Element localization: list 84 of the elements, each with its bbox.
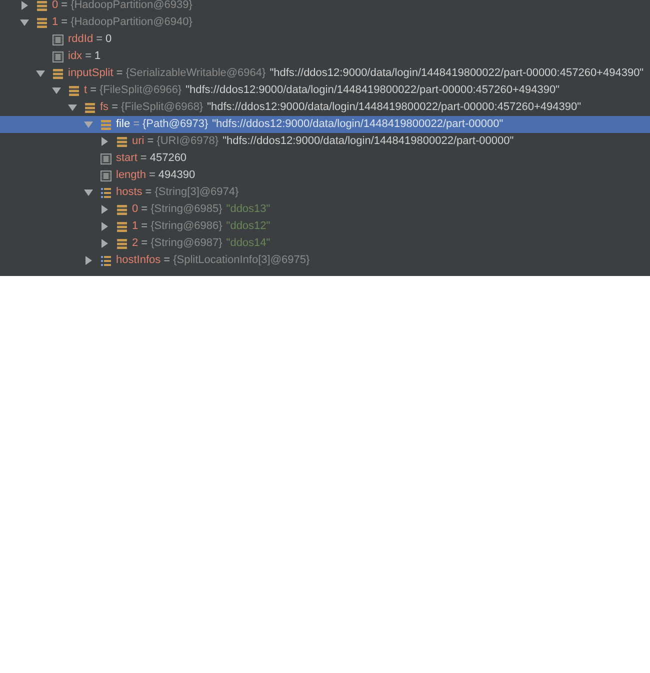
variable-name: uri <box>132 134 144 150</box>
equals-sign: = <box>164 253 170 268</box>
variable-name: rddId <box>68 32 94 48</box>
object-reference: {String@6985} <box>150 202 222 218</box>
variable-value: "hdfs://ddos12:9000/data/login/1448419800022/part-00000:457260+494390" <box>207 100 581 116</box>
caret-right-icon[interactable] <box>100 137 109 146</box>
object-icon <box>84 102 96 114</box>
equals-sign: = <box>140 151 147 166</box>
variable-name: 0 <box>52 0 58 14</box>
equals-sign: = <box>90 83 96 98</box>
selected-row[interactable]: file = {Path@6973} "hdfs://ddos12:9000/data/login/1448419800022/part-00000" <box>0 116 650 133</box>
caret-right-icon[interactable] <box>100 222 109 231</box>
equals-sign: = <box>61 15 68 30</box>
variable-name: 0 <box>132 202 138 218</box>
primitive-icon <box>52 50 64 62</box>
equals-sign: = <box>141 236 148 252</box>
variable-name: idx <box>68 49 82 64</box>
caret-down-icon[interactable] <box>84 188 93 197</box>
object-reference: {HadoopPartition@6939} <box>70 0 192 14</box>
variable-name: length <box>116 168 146 184</box>
variable-name: hostInfos <box>116 253 161 268</box>
primitive-icon <box>52 34 64 46</box>
array-icon <box>100 186 112 198</box>
object-reference: {Path@6973} <box>142 117 208 132</box>
variable-name: start <box>116 151 138 166</box>
object-icon <box>116 238 128 250</box>
equals-sign: = <box>148 168 156 184</box>
variable-value: "hdfs://ddos12:9000/data/login/1448419800022/part-00000" <box>222 134 514 150</box>
variable-value: 1 <box>94 49 101 64</box>
equals-sign: = <box>85 49 92 64</box>
object-icon <box>52 68 64 80</box>
object-reference: {FileSplit@6968} <box>121 100 204 116</box>
object-icon <box>100 118 112 130</box>
object-reference: {String@6987} <box>150 236 222 252</box>
object-icon <box>36 0 48 12</box>
variable-value: "ddos12" <box>226 219 270 234</box>
object-reference: {String[3]@6974} <box>154 185 239 200</box>
object-icon <box>68 84 80 96</box>
variable-value: "hdfs://ddos12:9000/data/login/1448419800022/part-00000:457260+494390" <box>186 83 560 98</box>
caret-down-icon[interactable] <box>36 69 45 78</box>
caret-right-icon[interactable] <box>20 1 29 10</box>
equals-sign: = <box>141 202 148 218</box>
primitive-icon <box>100 170 112 182</box>
equals-sign: = <box>96 32 103 48</box>
array-icon <box>100 254 112 266</box>
object-icon <box>116 136 128 148</box>
variable-name: hosts <box>116 185 142 200</box>
object-reference: {HadoopPartition@6940} <box>70 15 192 30</box>
object-reference: {String@6986} <box>150 219 222 234</box>
variable-name: 1 <box>132 219 138 234</box>
equals-sign: = <box>112 100 118 116</box>
equals-sign: = <box>147 134 154 150</box>
variable-name: 2 <box>132 236 138 252</box>
caret-right-icon[interactable] <box>100 205 109 214</box>
object-reference: {FileSplit@6966} <box>100 83 182 98</box>
equals-sign: = <box>61 0 68 14</box>
equals-sign: = <box>116 66 123 82</box>
variable-value: "ddos14" <box>226 236 270 252</box>
object-icon <box>116 220 128 232</box>
variable-value: "hdfs://ddos12:9000/data/login/1448419800022/part-00000:457260+494390" <box>270 66 644 82</box>
equals-sign: = <box>145 185 152 200</box>
variable-name: fs <box>100 100 109 116</box>
caret-right-icon[interactable] <box>84 256 93 265</box>
caret-down-icon[interactable] <box>52 86 61 95</box>
variable-value: 0 <box>106 32 112 48</box>
variable-value: "ddos13" <box>226 202 270 218</box>
caret-right-icon[interactable] <box>100 239 109 248</box>
variable-value: 494390 <box>158 168 196 184</box>
caret-down-icon[interactable] <box>20 18 29 27</box>
variable-name: file <box>116 117 130 132</box>
object-icon <box>116 204 128 216</box>
variable-name: t <box>84 83 88 98</box>
object-reference: {SerializableWritable@6964} <box>126 66 266 82</box>
variable-name: inputSplit <box>68 66 114 82</box>
primitive-icon <box>100 152 112 164</box>
equals-sign: = <box>133 117 140 132</box>
equals-sign: = <box>141 219 148 234</box>
object-reference: {URI@6978} <box>156 134 219 150</box>
variable-value: "hdfs://ddos12:9000/data/login/1448419800022/part-00000" <box>212 117 504 132</box>
object-reference: {SplitLocationInfo[3]@6975} <box>173 253 310 268</box>
variable-name: 1 <box>52 15 58 30</box>
caret-down-icon[interactable] <box>68 103 77 112</box>
object-icon <box>36 16 48 28</box>
variable-value: 457260 <box>150 151 187 166</box>
